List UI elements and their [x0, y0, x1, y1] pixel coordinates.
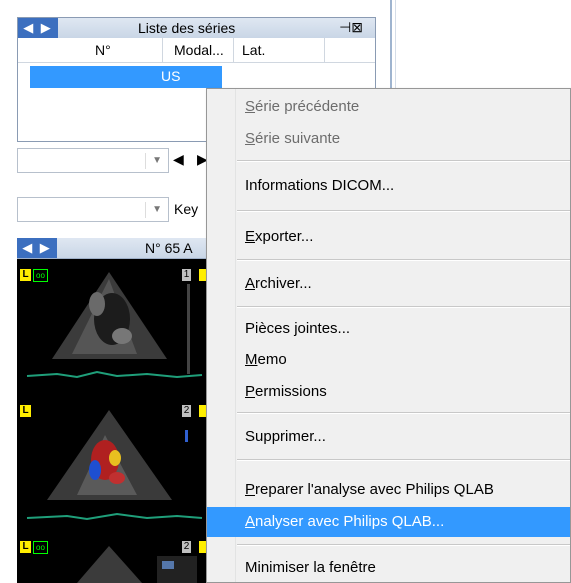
column-header-laterality[interactable]: Lat.: [242, 42, 265, 58]
viewer-titlebar: ◀ ▶ N° 65 A: [17, 238, 207, 259]
menu-item-archive[interactable]: Archiver...: [207, 269, 570, 299]
menu-item-label: érie précédente: [255, 98, 360, 115]
pin-icon[interactable]: ⊣⊠: [339, 19, 363, 36]
image-viewer[interactable]: ◀ ▶ N° 65 A L oo 1 L 2 L oo 2: [17, 238, 207, 583]
menu-item-label: nalyser avec Philips QLAB...: [255, 513, 445, 530]
menu-separator: [237, 210, 570, 212]
chevron-down-icon[interactable]: ▼: [152, 155, 162, 166]
key-combo[interactable]: ▼: [17, 197, 169, 222]
column-separator[interactable]: [324, 38, 325, 62]
prev-image-button[interactable]: ◀: [173, 151, 184, 168]
menu-item-attachments[interactable]: Pièces jointes...: [207, 314, 570, 344]
menu-item-memo[interactable]: Memo: [207, 345, 570, 375]
key-label: Key: [174, 201, 199, 217]
chevron-down-icon[interactable]: ▼: [152, 204, 162, 215]
menu-item-next-series[interactable]: Série suivante: [207, 124, 570, 154]
viewer-nav-arrows[interactable]: ◀ ▶: [17, 238, 57, 258]
menu-separator: [237, 306, 570, 308]
combo-divider: [145, 153, 146, 169]
image-thumbnail[interactable]: L 2: [17, 400, 207, 530]
menu-item-previous-series[interactable]: Série précédente: [207, 92, 570, 122]
menu-item-label: Informations DICOM...: [245, 177, 395, 194]
menu-item-delete[interactable]: Supprimer...: [207, 422, 570, 452]
menu-item-label: ermissions: [255, 383, 327, 400]
series-row-modality: US: [161, 68, 181, 84]
menu-separator: [237, 259, 570, 261]
doppler-image: [26, 410, 203, 521]
series-combo[interactable]: ▼: [17, 148, 169, 173]
ultrasound-image: [77, 546, 197, 583]
menu-item-label: rchiver...: [255, 275, 312, 292]
menu-item-minimize-window[interactable]: Minimiser la fenêtre: [207, 553, 570, 583]
menu-item-label: Supprimer...: [245, 428, 326, 445]
viewer-title: N° 65 A: [145, 240, 193, 256]
image-thumbnail[interactable]: L oo 2: [17, 536, 207, 583]
menu-item-label: reparer l'analyse avec Philips QLAB: [255, 481, 494, 498]
column-separator[interactable]: [233, 38, 234, 62]
menu-item-dicom-info[interactable]: Informations DICOM...: [207, 171, 570, 201]
menu-item-permissions[interactable]: Permissions: [207, 377, 570, 407]
menu-separator: [237, 544, 570, 546]
menu-item-label: Minimiser la fenêtre: [245, 559, 376, 576]
menu-separator: [237, 459, 570, 461]
combo-divider: [145, 202, 146, 218]
menu-item-prepare-qlab[interactable]: Preparer l'analyse avec Philips QLAB: [207, 475, 570, 505]
series-row-selected[interactable]: US: [30, 66, 222, 88]
menu-item-label: emo: [257, 351, 287, 368]
menu-separator: [237, 160, 570, 162]
series-nav-arrows[interactable]: ◀ ▶: [18, 18, 58, 38]
menu-item-export[interactable]: Exporter...: [207, 222, 570, 252]
series-list-titlebar: ◀ ▶ Liste des séries ⊣⊠: [18, 18, 375, 39]
column-header-number[interactable]: N°: [95, 42, 111, 58]
column-separator[interactable]: [162, 38, 163, 62]
series-column-headers: N° Modal... Lat.: [18, 38, 375, 63]
ultrasound-image: [26, 272, 203, 379]
series-list-title: Liste des séries: [138, 20, 236, 36]
menu-item-label: érie suivante: [255, 130, 341, 147]
column-header-modality[interactable]: Modal...: [174, 42, 224, 58]
image-thumbnail[interactable]: L oo 1: [17, 264, 207, 394]
menu-item-label: Pièces jointes...: [245, 320, 351, 337]
context-menu: Série précédente Série suivante Informat…: [206, 88, 571, 583]
menu-item-label: xporter...: [255, 228, 314, 245]
menu-item-analyze-qlab[interactable]: Analyser avec Philips QLAB...: [207, 507, 570, 537]
menu-separator: [237, 412, 570, 414]
